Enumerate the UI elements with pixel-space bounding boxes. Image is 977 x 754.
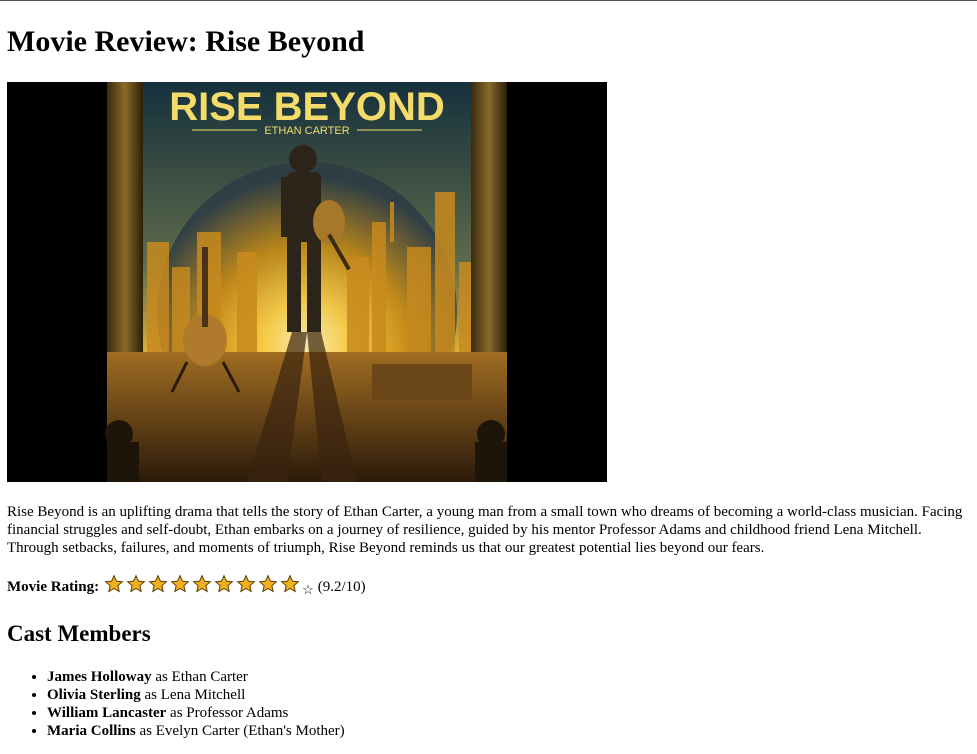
poster-title-text: RISE BEYOND [169,85,445,129]
cast-role-name: Ethan Carter [171,669,248,685]
page-content: Movie Review: Rise Beyond RISE BEYOND ET… [0,24,977,740]
poster-subtitle-text: ETHAN CARTER [264,125,349,137]
filled-star-icon [126,574,146,593]
rating-label: Movie Rating: [7,579,100,595]
empty-star-icon: ☆ [302,582,314,597]
cast-role-name: Professor Adams [186,705,289,721]
cast-actor-name: James Holloway [47,669,152,685]
cast-list-item: William Lancaster as Professor Adams [47,704,970,722]
cast-role-name: Lena Mitchell [160,687,246,703]
rating-score: (9.2/10) [317,579,366,595]
cast-list-item: Maria Collins as Evelyn Carter (Ethan's … [47,722,970,740]
filled-star-icon [214,574,234,593]
cast-list-item: Olivia Sterling as Lena Mitchell [47,686,970,704]
movie-rating: Movie Rating: ☆ (9.2/10) [7,574,970,600]
cast-actor-name: Olivia Sterling [47,687,141,703]
filled-star-icon [258,574,278,593]
cast-list: James Holloway as Ethan Carter Olivia St… [7,668,970,740]
page-title: Movie Review: Rise Beyond [7,25,365,58]
rating-stars: ☆ [104,574,318,600]
filled-star-icon [104,574,124,593]
filled-star-icon [192,574,212,593]
movie-poster-image: RISE BEYOND ETHAN CARTER [7,82,607,482]
cast-actor-name: William Lancaster [47,705,167,721]
cast-heading: Cast Members [7,621,151,646]
filled-star-icon [148,574,168,593]
filled-star-icon [170,574,190,593]
cast-list-item: James Holloway as Ethan Carter [47,668,970,686]
cast-role-name: Evelyn Carter (Ethan's Mother) [155,723,345,739]
movie-description: Rise Beyond is an uplifting drama that t… [7,504,963,556]
filled-star-icon [236,574,256,593]
cast-actor-name: Maria Collins [47,723,136,739]
filled-star-icon [280,574,300,593]
